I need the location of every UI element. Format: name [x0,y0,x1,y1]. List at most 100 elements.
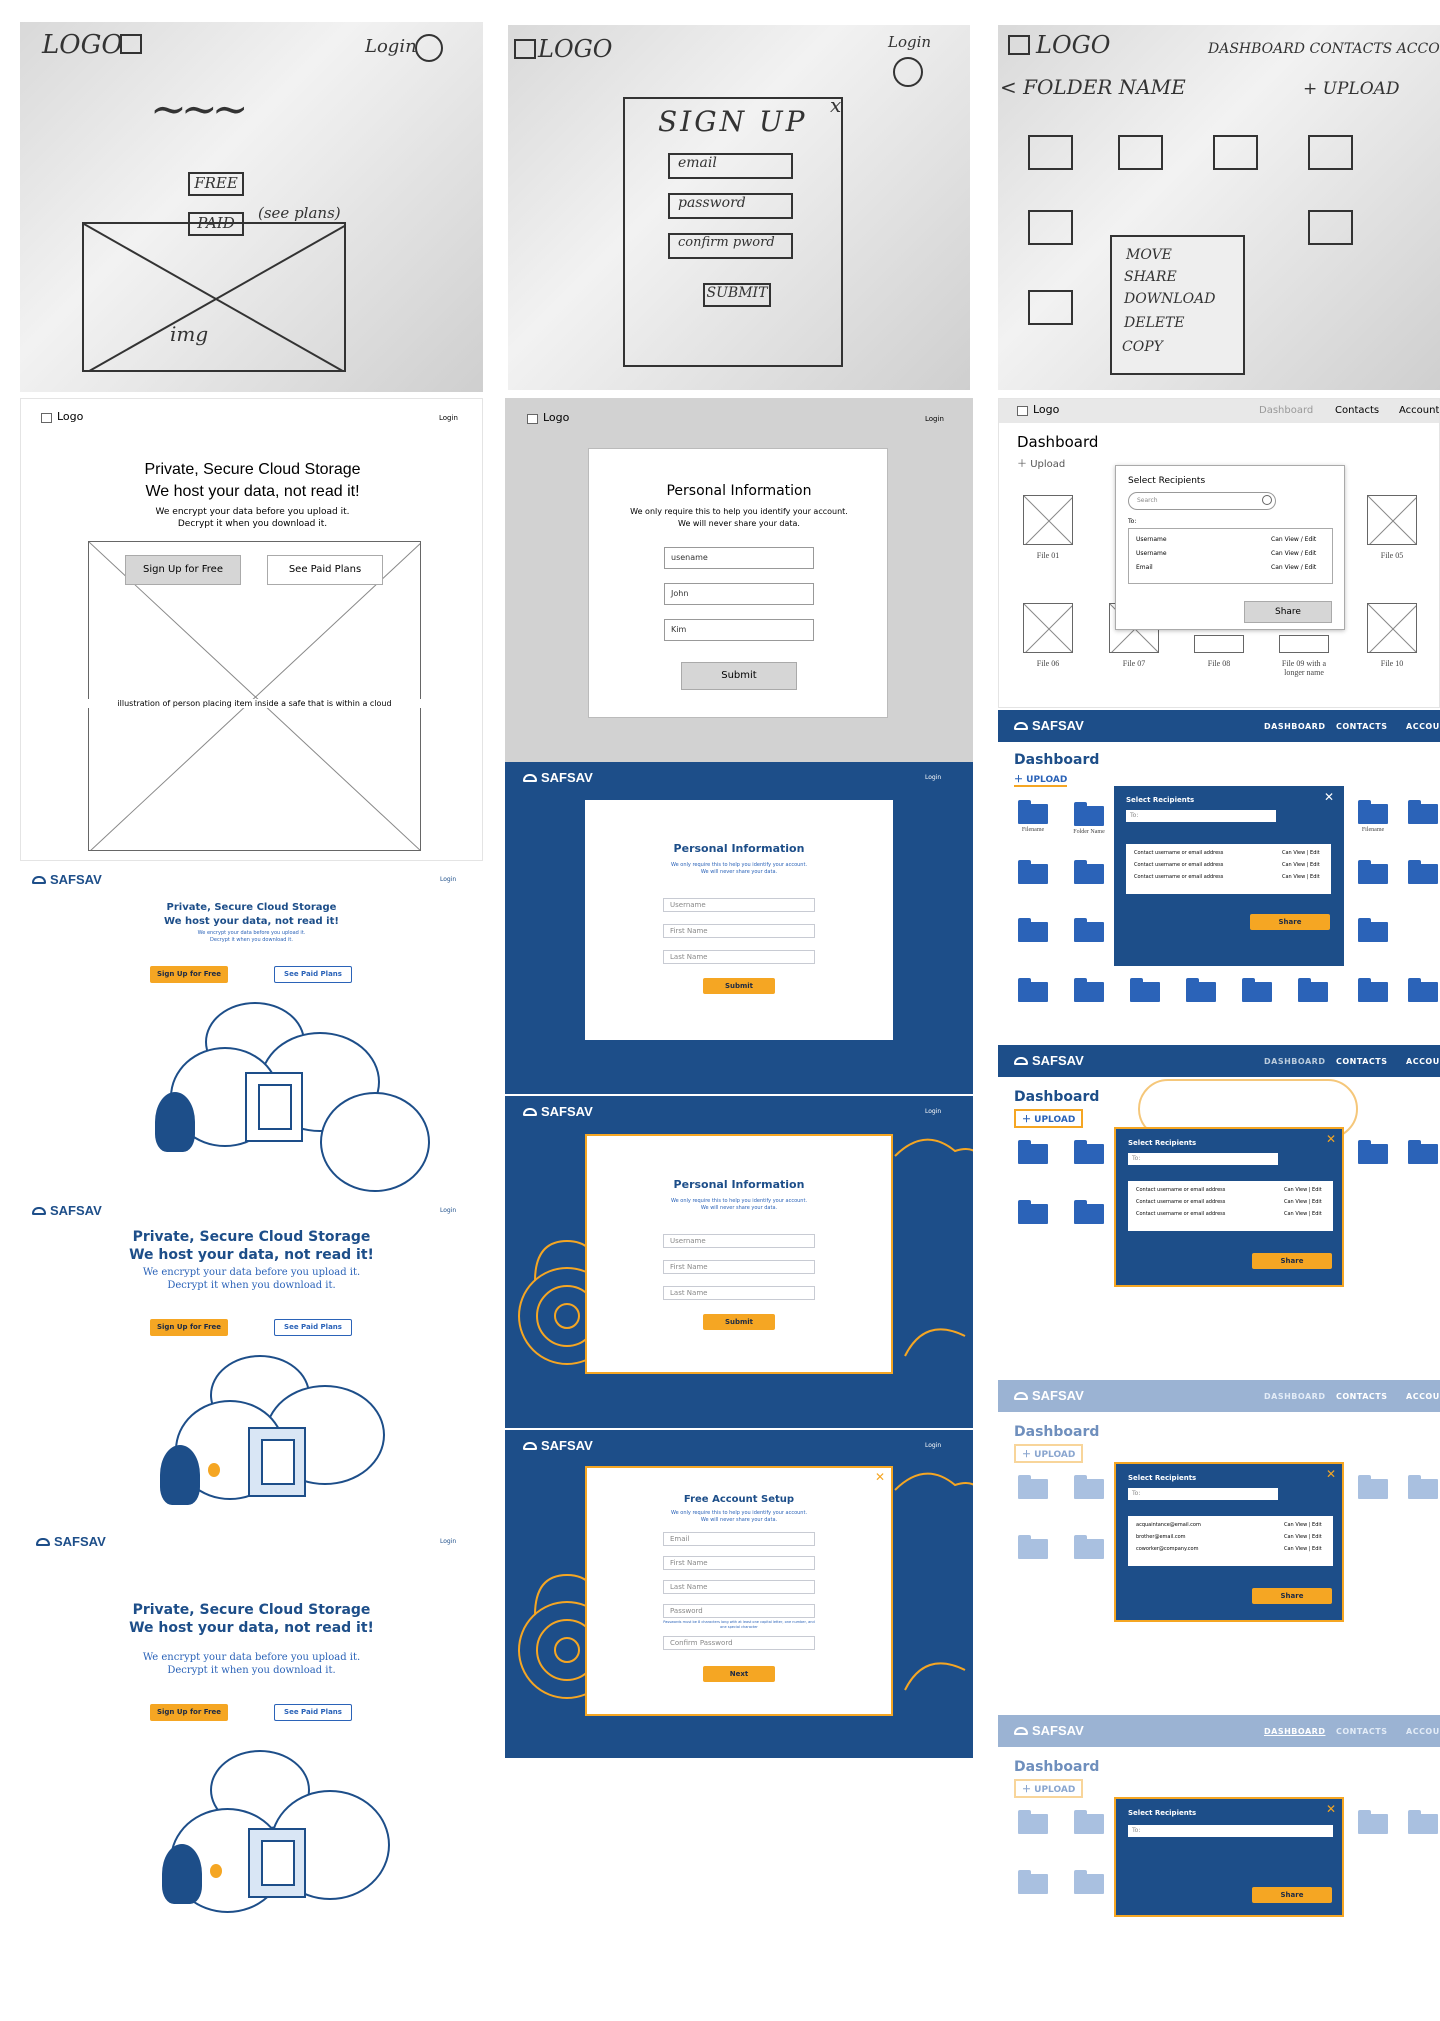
folder-icon[interactable] [1242,978,1272,1002]
wf-login-link[interactable]: Login [925,415,944,423]
folder-icon[interactable] [1074,918,1104,942]
wf-first-name-field[interactable]: John [664,583,814,605]
login-link[interactable]: Login [925,774,941,781]
close-icon[interactable]: ✕ [1326,1132,1336,1146]
close-icon[interactable]: ✕ [1324,790,1334,804]
share-button[interactable]: Share [1252,1253,1332,1269]
nav-dashboard[interactable]: DASHBOARD [1264,722,1325,731]
wf-username-field[interactable]: usename [664,547,814,569]
last-name-field[interactable]: Last Name [663,950,815,964]
paid-plans-button[interactable]: See Paid Plans [274,966,352,983]
brand-logo[interactable]: SAFSAV [523,770,593,785]
brand-logo[interactable]: SAFSAV [1014,1388,1084,1403]
folder-icon[interactable] [1074,802,1104,826]
nav-account[interactable]: ACCOUNT [1406,1727,1440,1736]
wf-recipient-perm[interactable]: Can View / Edit [1271,564,1316,571]
confirm-password-field[interactable]: Confirm Password [663,1636,815,1650]
folder-icon[interactable] [1074,1200,1104,1224]
folder-icon[interactable] [1018,918,1048,942]
paid-plans-button[interactable]: See Paid Plans [274,1319,352,1336]
login-link[interactable]: Login [440,876,456,883]
upload-button[interactable]: ＋ UPLOAD [1014,1444,1084,1463]
permission-toggle[interactable]: Can View | Edit [1284,1546,1322,1552]
wf-nav-contacts[interactable]: Contacts [1335,405,1379,416]
folder-icon[interactable] [1408,1140,1438,1164]
permission-toggle[interactable]: Can View | Edit [1284,1522,1322,1528]
nav-dashboard[interactable]: DASHBOARD [1264,1057,1325,1066]
folder-icon[interactable] [1358,1140,1388,1164]
username-field[interactable]: Username [663,898,815,912]
folder-icon[interactable] [1130,978,1160,1002]
folder-icon[interactable] [1358,860,1388,884]
folder-icon[interactable] [1358,800,1388,824]
wf-file-thumb[interactable] [1023,603,1073,653]
folder-icon[interactable] [1018,1870,1048,1894]
last-name-field[interactable]: Last Name [663,1286,815,1300]
folder-icon[interactable] [1018,860,1048,884]
nav-account[interactable]: ACCOUNT [1406,722,1440,731]
wf-login-link[interactable]: Login [439,414,458,422]
folder-icon[interactable] [1358,1475,1388,1499]
folder-icon[interactable] [1018,800,1048,824]
folder-icon[interactable] [1408,800,1438,824]
submit-button[interactable]: Submit [703,978,775,994]
nav-contacts[interactable]: CONTACTS [1336,1392,1387,1401]
login-link[interactable]: Login [925,1442,941,1449]
folder-icon[interactable] [1408,1475,1438,1499]
search-icon[interactable] [1262,495,1272,505]
wf-signup-free-button[interactable]: Sign Up for Free [125,555,241,585]
submit-button[interactable]: Submit [703,1314,775,1330]
username-field[interactable]: Username [663,1234,815,1248]
nav-account[interactable]: ACCOUNT [1406,1057,1440,1066]
permission-toggle[interactable]: Can View | Edit [1282,874,1320,880]
last-name-field[interactable]: Last Name [663,1580,815,1594]
to-input[interactable]: To: [1128,1153,1278,1165]
permission-toggle[interactable]: Can View | Edit [1284,1187,1322,1193]
share-button[interactable]: Share [1250,914,1330,930]
nav-contacts[interactable]: CONTACTS [1336,722,1387,731]
first-name-field[interactable]: First Name [663,924,815,938]
wf-nav-dashboard[interactable]: Dashboard [1259,405,1313,416]
permission-toggle[interactable]: Can View | Edit [1282,850,1320,856]
wf-submit-button[interactable]: Submit [681,662,797,690]
brand-logo[interactable]: SAFSAV [1014,1723,1084,1738]
folder-icon[interactable] [1408,978,1438,1002]
close-icon[interactable]: ✕ [1326,1802,1336,1816]
wf-share-button[interactable]: Share [1244,601,1332,623]
wf-file-thumb[interactable] [1367,603,1417,653]
folder-icon[interactable] [1358,978,1388,1002]
share-button[interactable]: Share [1252,1887,1332,1903]
upload-button[interactable]: ＋ UPLOAD [1014,1109,1084,1128]
nav-contacts[interactable]: CONTACTS [1336,1057,1387,1066]
wf-recipient-perm[interactable]: Can View / Edit [1271,550,1316,557]
to-input[interactable]: To: [1126,810,1276,822]
permission-toggle[interactable]: Can View | Edit [1282,862,1320,868]
folder-icon[interactable] [1018,1535,1048,1559]
login-link[interactable]: Login [440,1538,456,1545]
folder-icon[interactable] [1408,1810,1438,1834]
wf-paid-plans-button[interactable]: See Paid Plans [267,555,383,585]
folder-icon[interactable] [1018,1140,1048,1164]
folder-icon[interactable] [1298,978,1328,1002]
folder-icon[interactable] [1074,1535,1104,1559]
folder-icon[interactable] [1074,978,1104,1002]
email-field[interactable]: Email [663,1532,815,1546]
wf-upload-button[interactable]: ＋ Upload [1017,455,1065,470]
nav-contacts[interactable]: CONTACTS [1336,1727,1387,1736]
login-link[interactable]: Login [440,1207,456,1214]
share-button[interactable]: Share [1252,1588,1332,1604]
wf-recipient-perm[interactable]: Can View / Edit [1271,536,1316,543]
brand-logo[interactable]: SAFSAV [36,1534,106,1549]
brand-logo[interactable]: SAFSAV [523,1104,593,1119]
wf-file-thumb[interactable] [1367,495,1417,545]
wf-file-thumb[interactable] [1194,635,1244,653]
folder-icon[interactable] [1018,1475,1048,1499]
folder-icon[interactable] [1186,978,1216,1002]
wf-last-name-field[interactable]: Kim [664,619,814,641]
folder-icon[interactable] [1074,1870,1104,1894]
wf-file-thumb[interactable] [1023,495,1073,545]
folder-icon[interactable] [1074,860,1104,884]
folder-icon[interactable] [1074,1140,1104,1164]
permission-toggle[interactable]: Can View | Edit [1284,1211,1322,1217]
to-input[interactable]: To: [1128,1488,1278,1500]
